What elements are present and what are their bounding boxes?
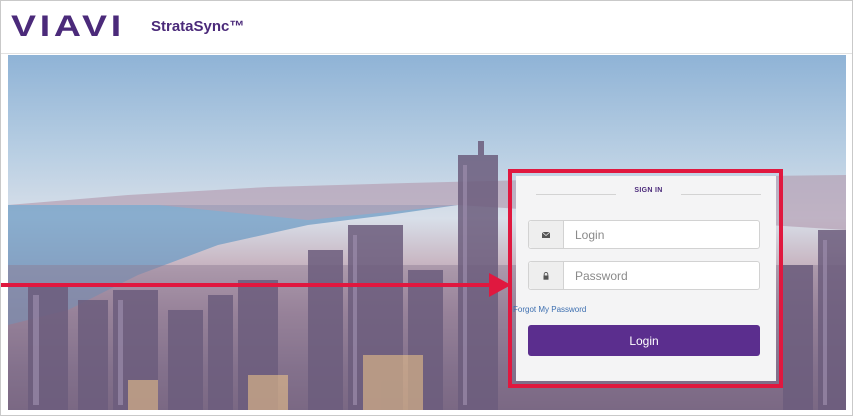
app-name: StrataSync™ xyxy=(151,18,245,35)
callout-highlight-box xyxy=(508,169,783,388)
viavi-logo: VIAVI xyxy=(11,10,125,43)
callout-arrow-line xyxy=(1,283,491,287)
page: VIAVI StrataSync™ SIGN IN Login Forgot M… xyxy=(0,0,853,416)
top-header: VIAVI StrataSync™ xyxy=(1,1,852,54)
